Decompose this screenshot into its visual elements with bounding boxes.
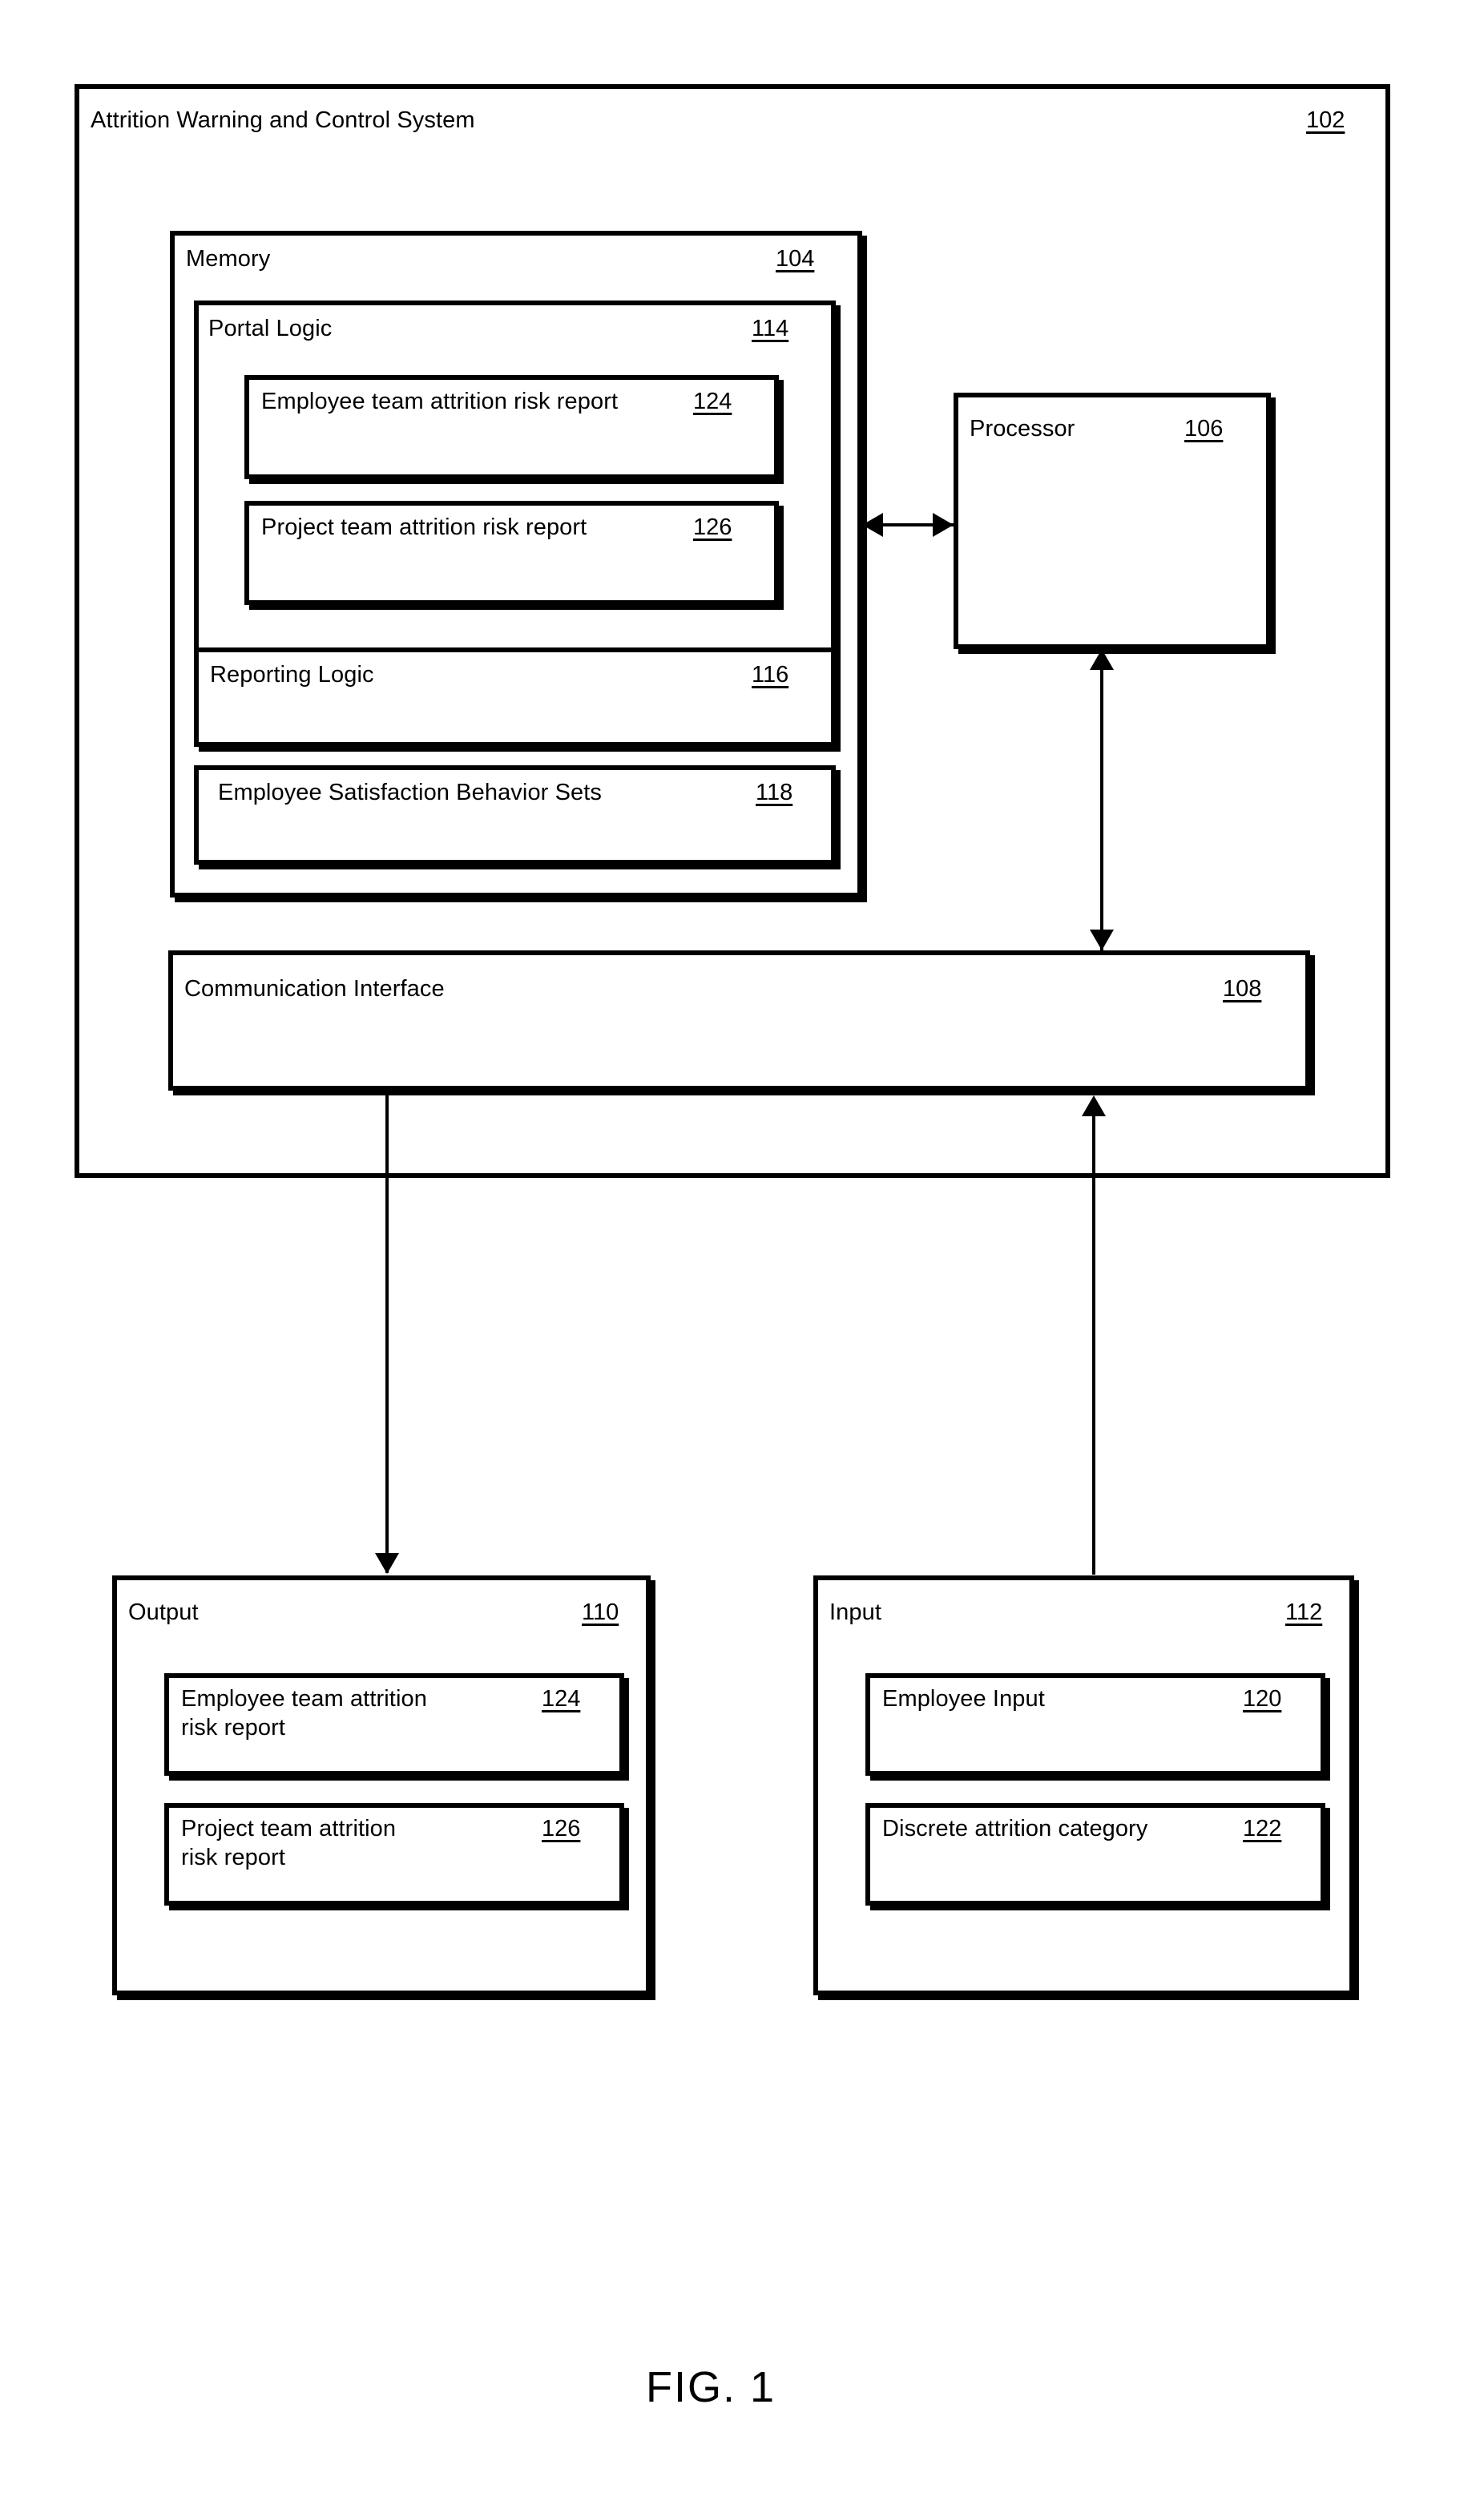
memory-employee-team-attrition-risk-report-label: Employee team attrition risk report — [261, 389, 619, 414]
processor-comm-connector-line — [1100, 651, 1103, 952]
employee-satisfaction-behavior-sets-title: Employee Satisfaction Behavior Sets — [218, 780, 603, 805]
discrete-attrition-category-ref: 122 — [1243, 1816, 1282, 1841]
output-title: Output — [128, 1599, 199, 1625]
portal-logic-ref: 114 — [752, 316, 789, 341]
reporting-logic-ref: 116 — [752, 662, 789, 688]
communication-interface-box — [168, 950, 1310, 1091]
processor-comm-arrowhead-down — [1090, 930, 1114, 950]
memory-ref: 104 — [776, 246, 815, 272]
output-box — [112, 1575, 651, 1995]
employee-input-label: Employee Input — [882, 1686, 1045, 1712]
input-comm-connector-line — [1092, 1115, 1095, 1575]
output-employee-team-attrition-risk-report-ref: 124 — [542, 1686, 581, 1712]
memory-processor-arrowhead-right — [933, 513, 954, 537]
output-project-team-attrition-risk-report-ref: 126 — [542, 1816, 581, 1841]
employee-satisfaction-behavior-sets-ref: 118 — [756, 780, 793, 805]
comm-output-connector-line — [385, 1095, 389, 1573]
memory-employee-team-attrition-risk-report-ref: 124 — [693, 389, 732, 414]
output-project-team-attrition-risk-report-label: Project team attrition risk report — [181, 1816, 397, 1871]
memory-project-team-attrition-risk-report-label: Project team attrition risk report — [261, 514, 587, 540]
reporting-logic-title: Reporting Logic — [210, 662, 374, 688]
output-ref: 110 — [582, 1599, 619, 1625]
input-ref: 112 — [1285, 1599, 1323, 1625]
processor-comm-arrowhead-up — [1090, 649, 1114, 670]
memory-processor-arrowhead-left — [862, 513, 883, 537]
memory-project-team-attrition-risk-report-ref: 126 — [693, 514, 732, 540]
figure-caption: FIG. 1 — [646, 2363, 776, 2411]
output-employee-team-attrition-risk-report-label: Employee team attrition risk report — [181, 1686, 427, 1741]
system-ref: 102 — [1306, 107, 1345, 133]
input-comm-arrowhead — [1082, 1095, 1106, 1116]
memory-title: Memory — [186, 246, 271, 272]
discrete-attrition-category-label: Discrete attrition category — [882, 1816, 1148, 1841]
communication-interface-ref: 108 — [1223, 976, 1262, 1002]
processor-ref: 106 — [1184, 416, 1224, 442]
patent-figure-page: Attrition Warning and Control System 102… — [0, 0, 1484, 2505]
processor-title: Processor — [970, 416, 1075, 442]
communication-interface-title: Communication Interface — [184, 976, 445, 1002]
system-title: Attrition Warning and Control System — [91, 107, 475, 133]
comm-output-arrowhead — [375, 1553, 399, 1574]
input-title: Input — [829, 1599, 881, 1625]
portal-logic-title: Portal Logic — [208, 316, 333, 341]
input-box — [813, 1575, 1354, 1995]
employee-input-ref: 120 — [1243, 1686, 1282, 1712]
